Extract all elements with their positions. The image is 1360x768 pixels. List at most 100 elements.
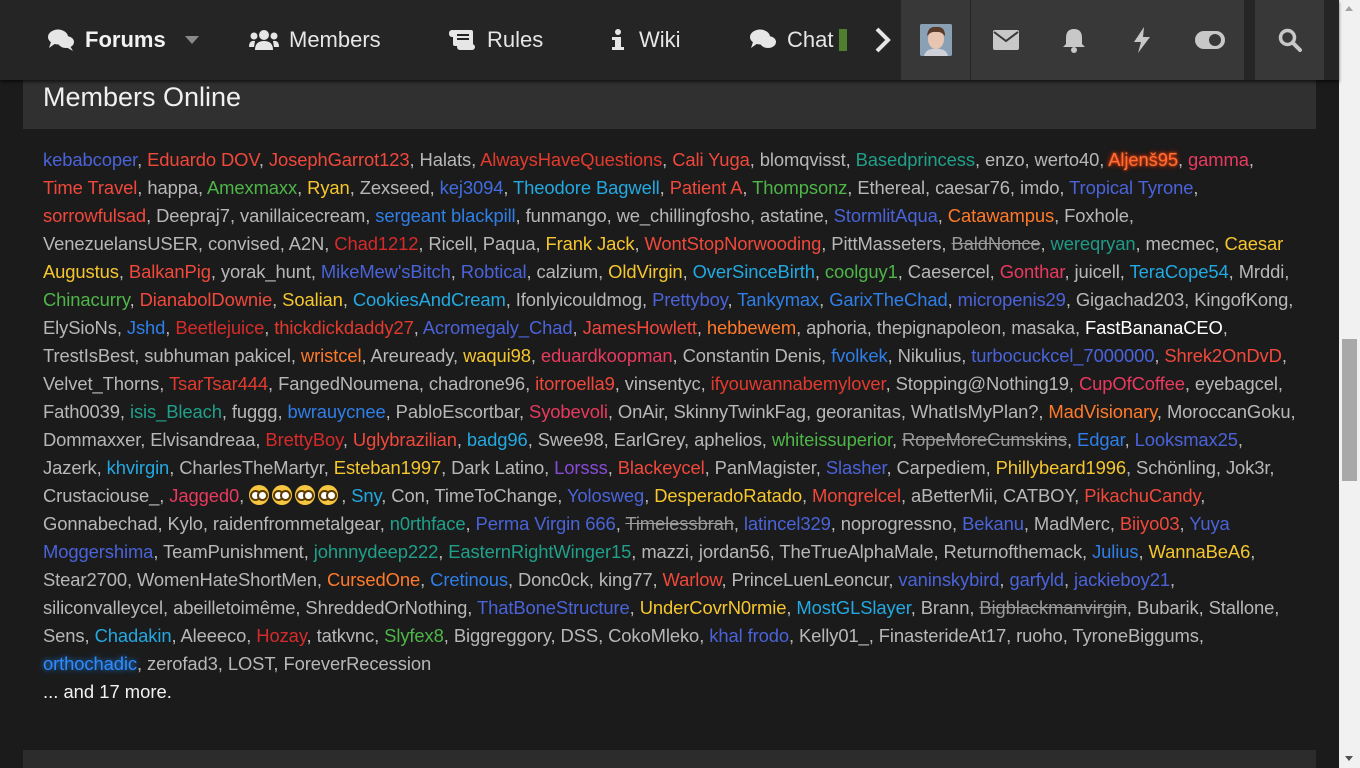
member-link[interactable]: ShreddedOrNothing (305, 597, 467, 618)
member-link[interactable]: n0rthface (390, 513, 466, 534)
member-link[interactable]: ElySioNs (43, 317, 117, 338)
member-link[interactable]: subhuman pakicel (144, 345, 291, 366)
member-link[interactable]: johnnydeep222 (314, 541, 439, 562)
messages-button[interactable] (971, 0, 1040, 80)
member-link[interactable]: Shrek2OnDvD (1164, 345, 1282, 366)
member-link[interactable]: Swee98 (538, 429, 604, 450)
more-members-link[interactable]: ... and 17 more. (43, 681, 172, 702)
member-link[interactable]: Kelly01_ (799, 625, 869, 646)
member-link[interactable]: UnderCovrN0rmie (640, 597, 787, 618)
member-link[interactable]: Kylo (167, 513, 202, 534)
member-link[interactable]: kej3094 (440, 177, 504, 198)
member-link[interactable]: MadVisionary (1048, 401, 1157, 422)
member-link[interactable]: Bekanu (962, 513, 1024, 534)
member-link[interactable]: vanillaicecream (240, 205, 365, 226)
member-link[interactable]: Gonnabechad (43, 513, 158, 534)
member-link[interactable]: Con (391, 485, 425, 506)
member-link[interactable]: juicell (1074, 261, 1119, 282)
member-link[interactable]: Theodore Bagwell (513, 177, 660, 198)
member-link[interactable]: thickdickdaddy27 (274, 317, 414, 338)
member-link[interactable]: Sens (43, 625, 85, 646)
member-link[interactable]: FinasterideAt17 (879, 625, 1006, 646)
member-link[interactable]: Schönling (1136, 457, 1216, 478)
member-link[interactable]: vinsentyc (625, 373, 701, 394)
member-link[interactable]: Esteban1997 (334, 457, 441, 478)
member-link[interactable]: hebbewem (707, 317, 796, 338)
member-link[interactable]: eduardkoopman (541, 345, 673, 366)
member-link[interactable]: CharlesTheMartyr (179, 457, 324, 478)
member-link[interactable]: fvolkek (831, 345, 888, 366)
member-link[interactable]: Gonthar (1000, 261, 1065, 282)
member-link[interactable]: turbocuckcel_7000000 (971, 345, 1154, 366)
member-link[interactable]: ifyouwannabemylover (711, 373, 886, 394)
member-link[interactable]: Syobevoli (529, 401, 608, 422)
member-link[interactable]: AlwaysHaveQuestions (480, 149, 662, 170)
member-link[interactable]: wereqryan (1051, 233, 1136, 254)
member-link[interactable]: BaldNonce (951, 233, 1040, 254)
forums-dropdown-toggle[interactable] (184, 0, 200, 80)
member-link[interactable]: MostGLSlayer (796, 597, 910, 618)
member-link[interactable]: werto40 (1035, 149, 1100, 170)
member-link[interactable]: Prettyboy (652, 289, 728, 310)
member-link[interactable]: JosephGarrot123 (269, 149, 410, 170)
member-link[interactable]: Tankymax (737, 289, 819, 310)
member-link[interactable]: micropenis29 (958, 289, 1066, 310)
member-link[interactable]: convised (208, 233, 280, 254)
member-link[interactable]: Zexseed (360, 177, 430, 198)
member-link[interactable]: EarlGrey (614, 429, 685, 450)
member-link[interactable]: PabloEscortbar (396, 401, 519, 422)
member-link[interactable]: siliconvalleycel (43, 597, 163, 618)
member-link[interactable]: masaka (1011, 317, 1075, 338)
nav-scroll-right-button[interactable] (874, 0, 892, 80)
nav-members[interactable]: Members (249, 0, 381, 80)
member-link[interactable]: imdo (1020, 177, 1060, 198)
member-link[interactable]: gamma (1188, 149, 1249, 170)
nav-wiki[interactable]: Wiki (607, 0, 681, 80)
member-link[interactable]: we_chillingfosho (617, 205, 750, 226)
member-link[interactable]: TsarTsar444 (169, 373, 268, 394)
member-link[interactable]: EasternRightWinger15 (448, 541, 631, 562)
member-link[interactable]: Elvisandreaa (150, 429, 255, 450)
member-link[interactable]: coolguy1 (825, 261, 898, 282)
member-link[interactable]: Brann (921, 597, 970, 618)
member-link[interactable]: Aljenš95 (1108, 149, 1178, 170)
member-link[interactable]: Cretinous (430, 569, 508, 590)
member-link[interactable]: king77 (599, 569, 653, 590)
member-link[interactable]: Basedprincess (856, 149, 975, 170)
member-link[interactable]: chadrone96 (429, 373, 525, 394)
nav-rules[interactable]: Rules (447, 0, 543, 80)
member-link[interactable]: thepignapoleon (877, 317, 1001, 338)
member-link[interactable]: Jagged0 (169, 485, 239, 506)
member-link[interactable]: Ethereal (857, 177, 925, 198)
member-link[interactable]: Yolosweg (567, 485, 644, 506)
member-link[interactable]: Caesercel (908, 261, 990, 282)
member-link[interactable]: mecmec (1146, 233, 1215, 254)
member-link[interactable]: itorroella9 (535, 373, 615, 394)
scroll-up-arrow[interactable] (1345, 6, 1353, 11)
member-link[interactable]: Looksmax25 (1135, 429, 1238, 450)
member-link[interactable]: Edgar (1077, 429, 1125, 450)
member-link[interactable]: fuggg (232, 401, 278, 422)
member-link[interactable]: Jazerk (43, 457, 97, 478)
member-link[interactable]: Bubarik (1137, 597, 1199, 618)
member-link[interactable]: TyroneBiggums (1072, 625, 1199, 646)
member-link[interactable]: Lorsss (554, 457, 608, 478)
member-link[interactable]: aBetterMii (911, 485, 993, 506)
member-link[interactable]: garfyld (1009, 569, 1064, 590)
member-link[interactable]: Hozay (256, 625, 306, 646)
member-link[interactable]: WontStopNorwooding (644, 233, 821, 254)
member-link[interactable]: Stallone (1209, 597, 1275, 618)
member-link[interactable]: georanitas (816, 401, 901, 422)
member-link[interactable]: TheTrueAlphaMale (779, 541, 933, 562)
member-link[interactable]: tatkvnc (317, 625, 375, 646)
member-link[interactable]: Sny (351, 485, 381, 506)
member-link[interactable]: CookiesAndCream (353, 289, 506, 310)
member-link[interactable]: Stopping@Nothing19 (896, 373, 1069, 394)
member-link[interactable]: ThatBoneStructure (477, 597, 630, 618)
member-link[interactable]: Dark Latino (451, 457, 544, 478)
member-link[interactable]: BrettyBoy (265, 429, 343, 450)
member-link[interactable]: Acromegaly_Chad (423, 317, 573, 338)
member-link[interactable]: WomenHateShortMen (137, 569, 317, 590)
member-link[interactable]: GarixTheChad (829, 289, 948, 310)
member-link[interactable]: astatine (760, 205, 824, 226)
